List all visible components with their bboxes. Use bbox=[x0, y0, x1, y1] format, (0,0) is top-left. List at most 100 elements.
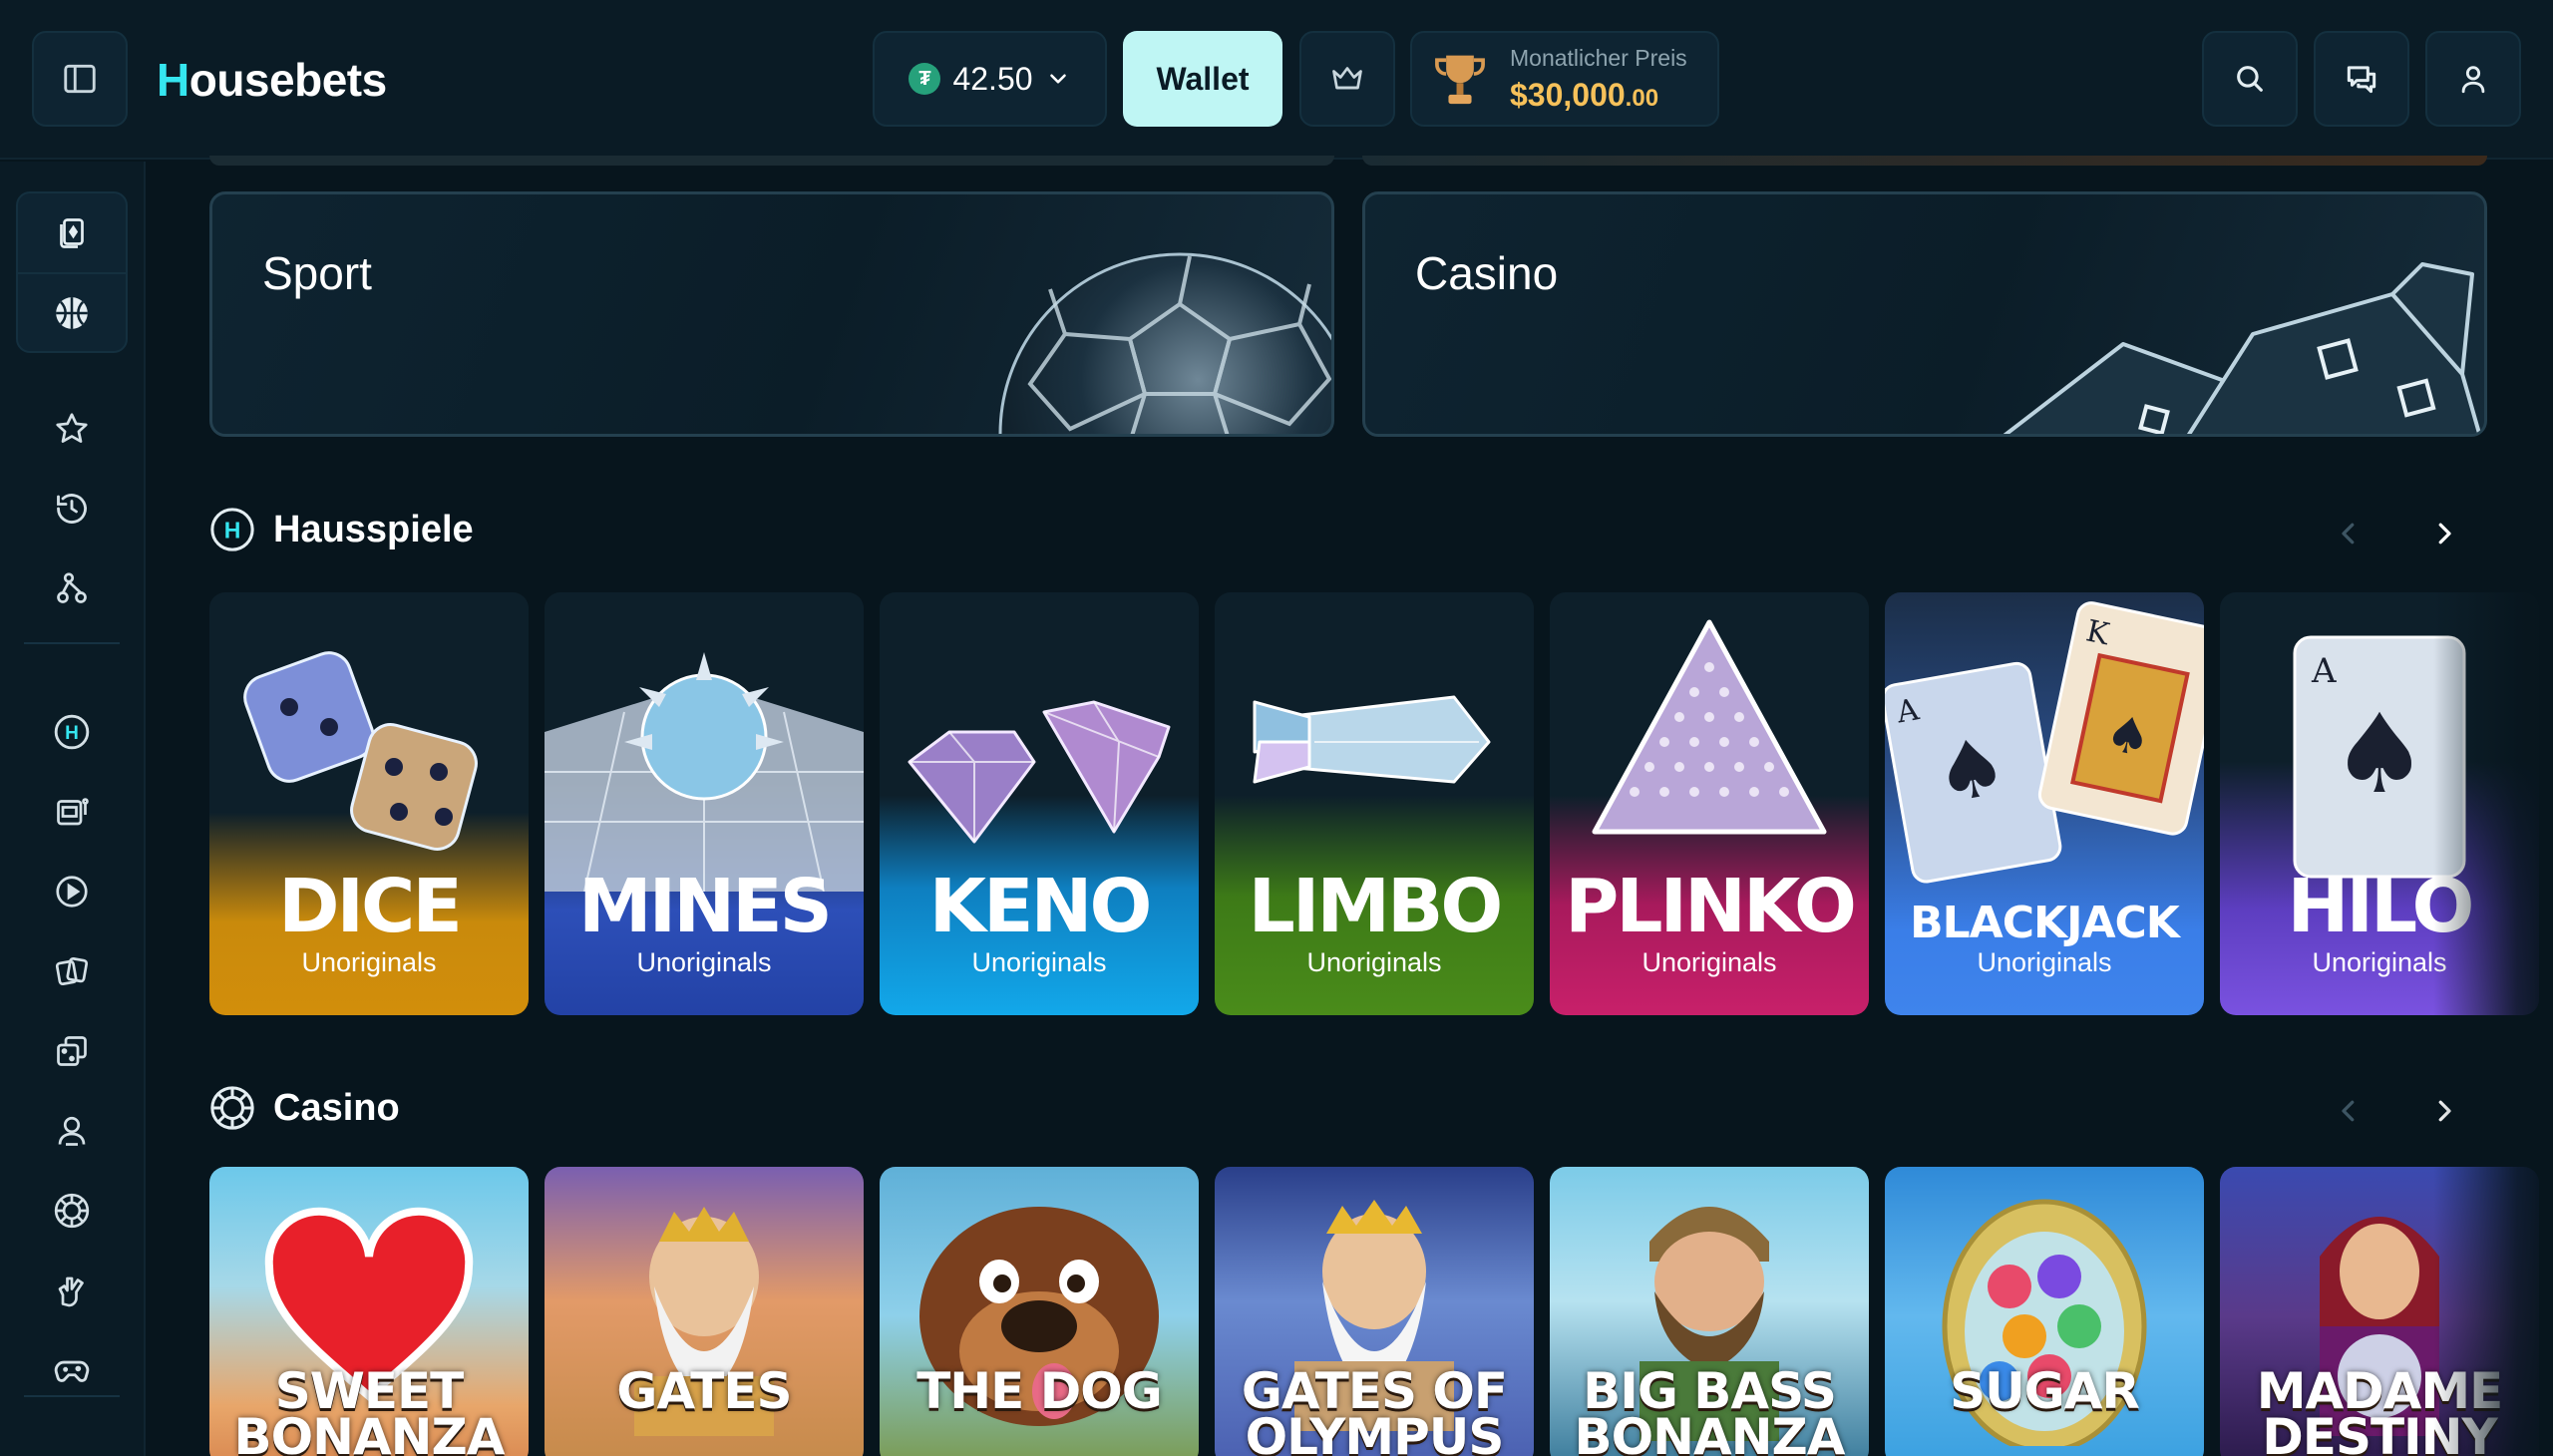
sidebar-item-casino[interactable] bbox=[18, 193, 126, 272]
dice-art bbox=[243, 651, 478, 851]
sidebar-item-history[interactable] bbox=[40, 477, 104, 541]
game-title: MINES bbox=[578, 864, 833, 949]
sidebar-item-live-dealer[interactable] bbox=[40, 1099, 104, 1163]
game-subtitle: Unoriginals bbox=[636, 947, 772, 977]
casino-prev-button[interactable] bbox=[2321, 1083, 2376, 1139]
sidebar-item-favorites[interactable] bbox=[40, 397, 104, 461]
casino-banner[interactable]: Casino bbox=[1362, 191, 2487, 437]
sidebar-item-roulette[interactable] bbox=[40, 1179, 104, 1243]
game-title: PLINKO bbox=[1565, 864, 1857, 949]
game-title: KENO bbox=[928, 864, 1153, 949]
chat-button[interactable] bbox=[2314, 31, 2409, 127]
game-title: DICE bbox=[278, 864, 463, 949]
sidebar-item-recent[interactable] bbox=[40, 556, 104, 620]
sidebar-item-poker[interactable] bbox=[40, 1259, 104, 1322]
casino-game-card[interactable]: GATES OF OLYMPUS bbox=[1215, 1167, 1534, 1456]
casino-game-card[interactable]: SUGAR bbox=[1885, 1167, 2204, 1456]
blackjack-cards-art: A♠ K♠ bbox=[1885, 601, 2204, 884]
gems-art bbox=[908, 700, 1171, 844]
casino-game-card[interactable]: THE DOG bbox=[880, 1167, 1199, 1456]
game-subtitle: Unoriginals bbox=[971, 947, 1107, 977]
chevron-left-icon bbox=[2342, 1100, 2355, 1122]
game-subtitle: Unoriginals bbox=[1977, 947, 2112, 977]
dice-art bbox=[2003, 262, 2482, 434]
sport-banner-title: Sport bbox=[262, 247, 372, 299]
sidebar-item-slots[interactable] bbox=[40, 780, 104, 844]
game-subtitle: Unoriginals bbox=[301, 947, 437, 977]
soccer-ball-art bbox=[998, 252, 1331, 434]
casino-game-card[interactable]: GATES bbox=[545, 1167, 864, 1456]
game-subtitle: Unoriginals bbox=[1306, 947, 1442, 977]
house-games-icon: H bbox=[54, 714, 90, 750]
game-title: GATES OF OLYMPUS bbox=[1241, 1362, 1508, 1456]
game-title: LIMBO bbox=[1248, 864, 1504, 949]
prize-label: Monatlicher Preis bbox=[1510, 45, 1687, 71]
trophy-icon bbox=[1435, 55, 1485, 105]
sidebar-toggle-button[interactable] bbox=[32, 31, 128, 127]
slots-icon bbox=[57, 798, 89, 826]
house-game-card[interactable]: MINES Unoriginals bbox=[545, 592, 864, 1015]
tether-coin-icon: ₮ bbox=[909, 63, 941, 95]
house-prev-button[interactable] bbox=[2321, 506, 2376, 561]
sidebar: H bbox=[0, 162, 146, 1456]
game-subtitle: Unoriginals bbox=[1641, 947, 1777, 977]
search-button[interactable] bbox=[2202, 31, 2298, 127]
chat-icon bbox=[2347, 66, 2376, 94]
house-game-card[interactable]: LIMBO Unoriginals bbox=[1215, 592, 1534, 1015]
prize-amount: $30,000.00 bbox=[1510, 77, 1659, 113]
dice-icon bbox=[57, 1036, 87, 1066]
section-header-house: H Hausspiele bbox=[209, 507, 474, 552]
game-title: GATES bbox=[616, 1362, 792, 1420]
banner-edge bbox=[209, 156, 1334, 166]
game-title: THE DOG bbox=[916, 1362, 1163, 1420]
house-games-icon: H bbox=[210, 508, 254, 551]
sidebar-item-games[interactable] bbox=[40, 1338, 104, 1402]
sport-banner[interactable]: Sport bbox=[209, 191, 1334, 437]
sidebar-divider bbox=[24, 1395, 120, 1397]
vip-button[interactable] bbox=[1299, 31, 1395, 127]
casino-game-card[interactable]: BIG BASS BONANZA bbox=[1550, 1167, 1869, 1456]
house-game-card[interactable]: A ♠ K ♠ BLACKJACK Unoriginals bbox=[1885, 592, 2204, 1015]
balance-selector[interactable]: ₮ 42.50 bbox=[873, 31, 1107, 127]
play-circle-icon bbox=[56, 876, 88, 908]
roulette-icon bbox=[54, 1193, 90, 1229]
sidebar-item-sport[interactable] bbox=[18, 272, 126, 351]
mines-art bbox=[545, 652, 864, 892]
house-game-card[interactable]: DICE Unoriginals bbox=[209, 592, 529, 1015]
live-dealer-icon bbox=[58, 1116, 86, 1146]
house-game-card[interactable]: KENO Unoriginals bbox=[880, 592, 1199, 1015]
chevron-right-icon bbox=[2438, 523, 2451, 545]
user-icon bbox=[2461, 66, 2485, 94]
roulette-icon bbox=[210, 1086, 254, 1130]
casino-game-card[interactable]: SWEET BONANZA bbox=[209, 1167, 529, 1456]
carousel-fade bbox=[2433, 578, 2553, 1456]
svg-text:H: H bbox=[65, 723, 79, 744]
sidebar-toggle-icon bbox=[64, 64, 96, 94]
balance-value: 42.50 bbox=[952, 60, 1033, 97]
gamepad-icon bbox=[54, 1360, 90, 1382]
recent-icon bbox=[57, 572, 87, 603]
house-game-card[interactable]: PLINKO Unoriginals bbox=[1550, 592, 1869, 1015]
profile-button[interactable] bbox=[2425, 31, 2521, 127]
game-title: BIG BASS BONANZA bbox=[1574, 1362, 1846, 1456]
sidebar-mode-switch bbox=[16, 191, 128, 353]
history-icon bbox=[57, 494, 87, 524]
chevron-down-icon bbox=[1049, 74, 1066, 84]
wallet-button[interactable]: Wallet bbox=[1123, 31, 1282, 127]
plinko-pyramid-art bbox=[1592, 619, 1827, 835]
poker-hand-icon bbox=[58, 1276, 84, 1307]
sidebar-item-live[interactable] bbox=[40, 860, 104, 923]
rocket-art bbox=[1253, 695, 1491, 784]
monthly-prize-button[interactable]: Monatlicher Preis $30,000.00 bbox=[1410, 31, 1719, 127]
top-bar: Housebets ₮ 42.50 Wallet Monatlicher Pre… bbox=[0, 0, 2553, 160]
section-title-casino: Casino bbox=[273, 1086, 400, 1129]
sidebar-item-table-games[interactable] bbox=[40, 939, 104, 1003]
sidebar-item-dice[interactable] bbox=[40, 1019, 104, 1083]
crown-icon bbox=[1332, 67, 1362, 90]
house-next-button[interactable] bbox=[2416, 506, 2472, 561]
star-icon bbox=[56, 413, 88, 443]
section-title-house: Hausspiele bbox=[273, 508, 474, 550]
svg-text:H: H bbox=[224, 518, 241, 544]
site-logo[interactable]: Housebets bbox=[157, 52, 387, 108]
sidebar-item-house-games[interactable]: H bbox=[40, 700, 104, 764]
